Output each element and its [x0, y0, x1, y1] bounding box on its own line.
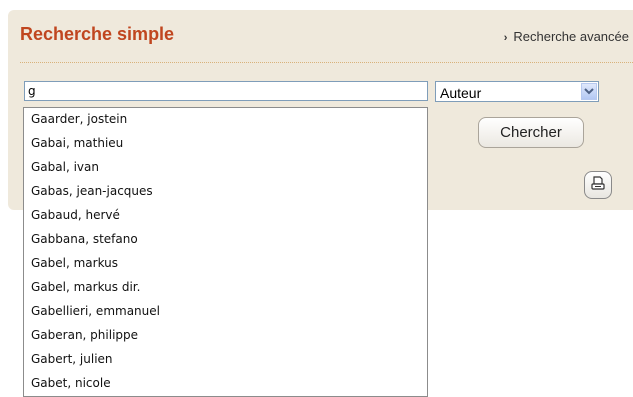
page-title: Recherche simple: [20, 24, 175, 44]
chevron-right-icon: ›: [503, 32, 508, 44]
suggestion-item[interactable]: Gabet, nicole: [24, 372, 427, 396]
search-field-value: Auteur: [440, 85, 482, 101]
printer-icon: [590, 175, 606, 195]
suggestion-item[interactable]: Gaberan, philippe: [24, 324, 427, 348]
suggestion-item[interactable]: Gabbana, stefano: [24, 228, 427, 252]
suggestion-item[interactable]: Gabai, mathieu: [24, 132, 427, 156]
search-field-select[interactable]: Auteur: [435, 81, 599, 102]
suggestion-item[interactable]: Gabal, ivan: [24, 156, 427, 180]
advanced-search-link[interactable]: › Recherche avancée: [504, 29, 629, 44]
advanced-search-label: Recherche avancée: [513, 29, 629, 44]
suggestion-item[interactable]: Gabas, jean-jacques: [24, 180, 427, 204]
chevron-down-icon[interactable]: [581, 83, 597, 100]
divider: [20, 62, 633, 63]
suggestion-item[interactable]: Gabellieri, emmanuel: [24, 300, 427, 324]
suggestion-item[interactable]: Gabert, julien: [24, 348, 427, 372]
search-button[interactable]: Chercher: [478, 117, 584, 148]
suggestion-item[interactable]: Gabel, markus: [24, 252, 427, 276]
print-button[interactable]: [584, 171, 612, 199]
suggestion-item[interactable]: Gabaud, hervé: [24, 204, 427, 228]
suggestion-item[interactable]: Gabel, markus dir.: [24, 276, 427, 300]
autocomplete-list: Gaarder, jostein Gabai, mathieu Gabal, i…: [23, 107, 428, 397]
suggestion-item[interactable]: Gaarder, jostein: [24, 108, 427, 132]
search-input[interactable]: [24, 81, 428, 101]
